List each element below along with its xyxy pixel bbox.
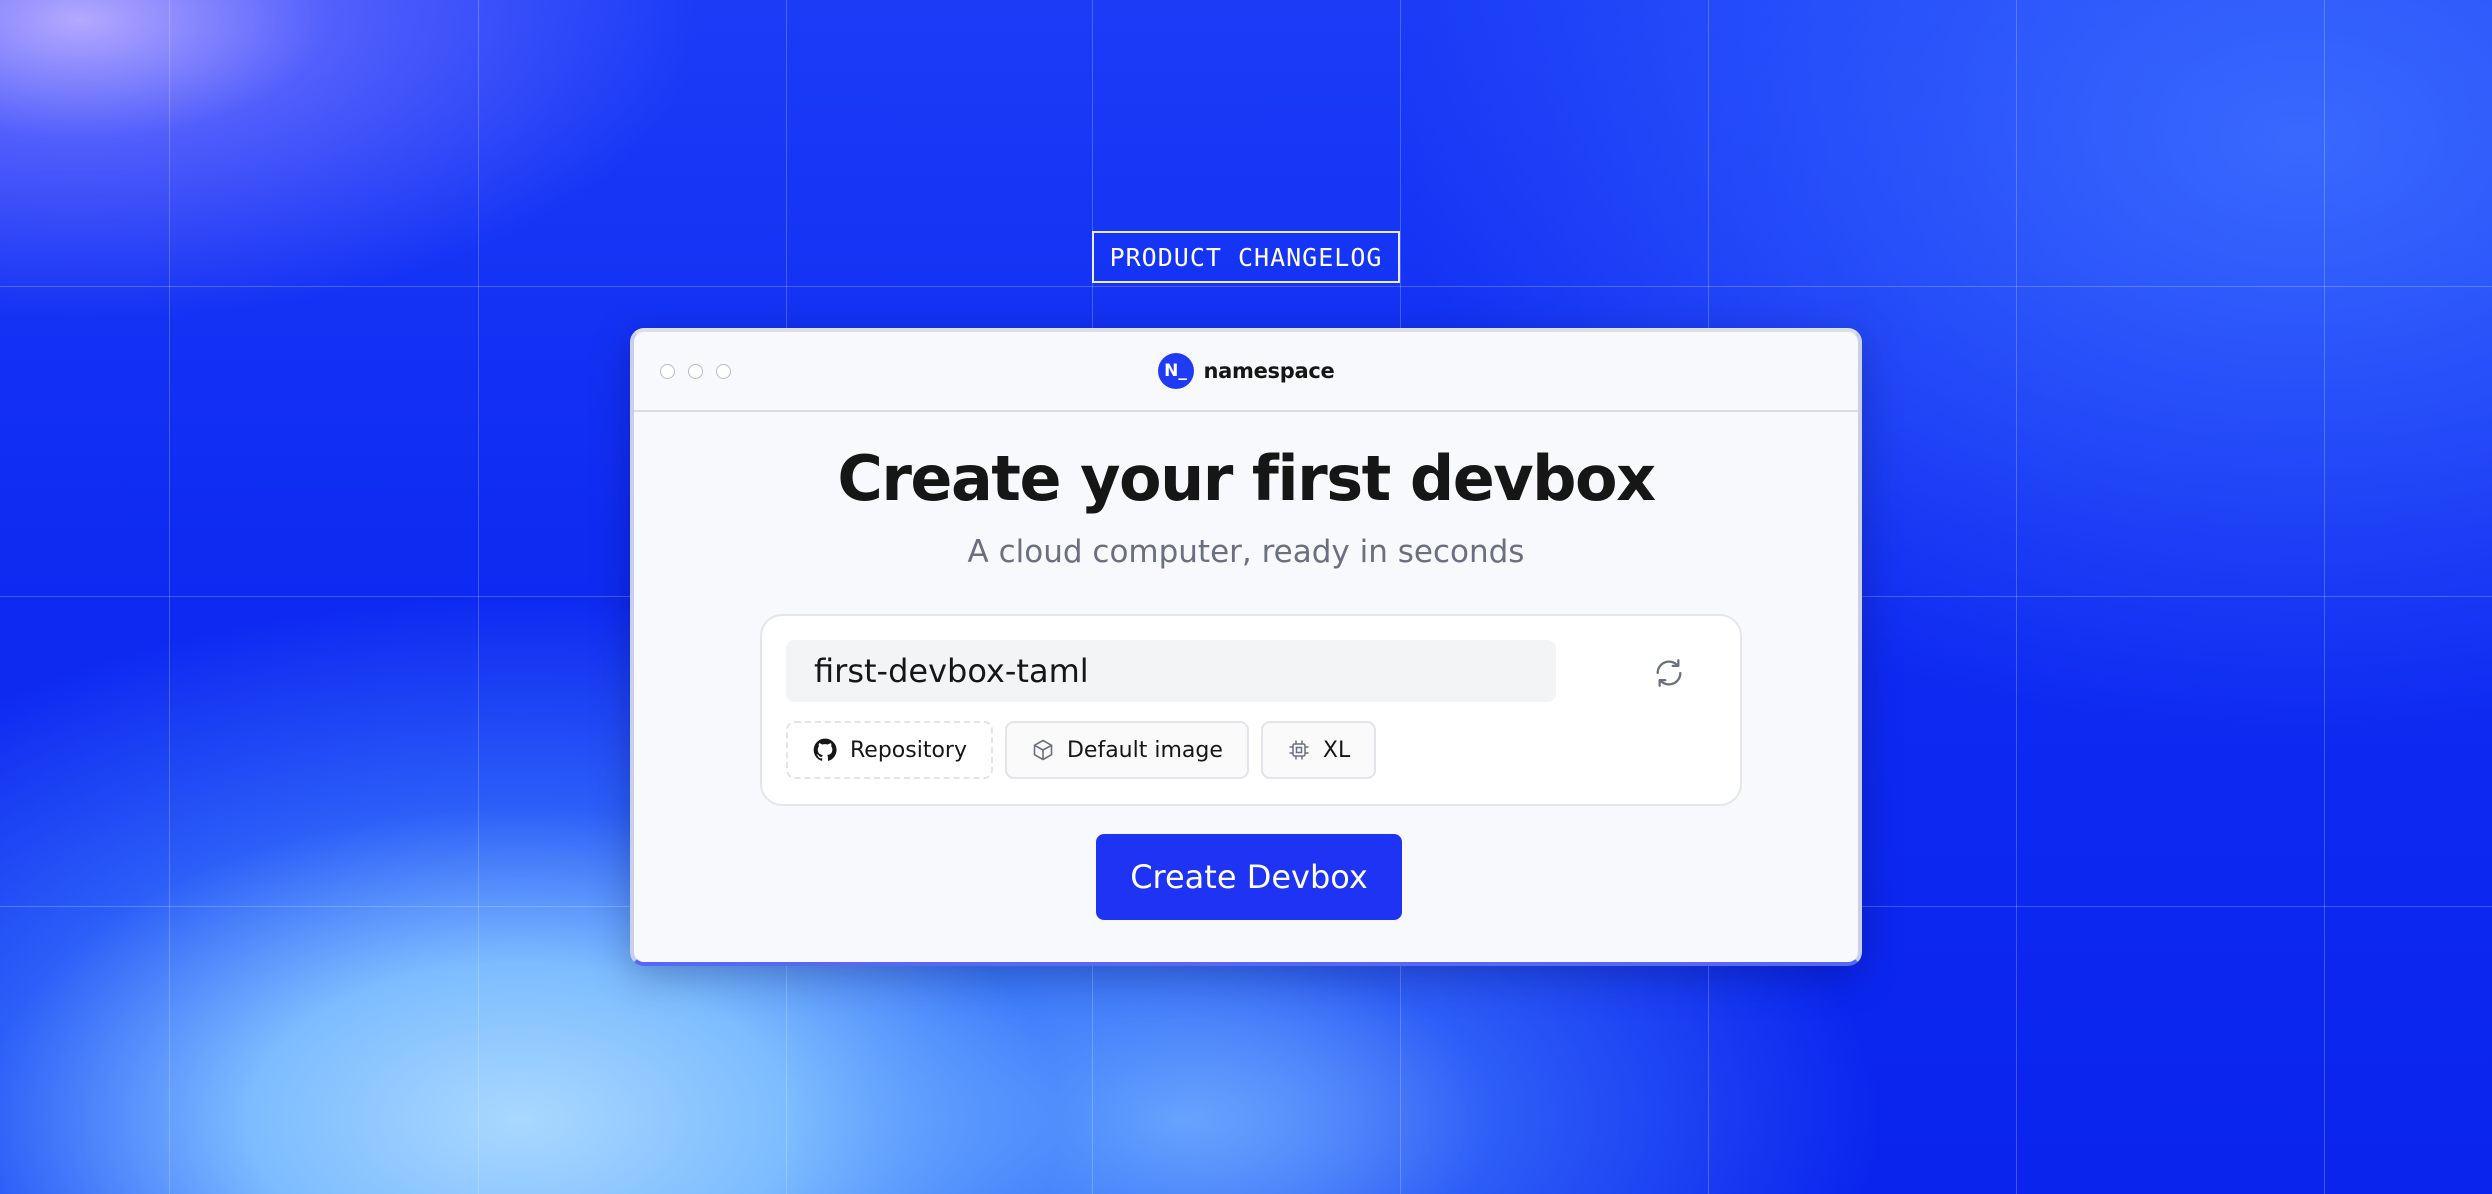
window-titlebar: N_ namespace [634, 332, 1858, 412]
page-subtitle: A cloud computer, ready in seconds [967, 534, 1525, 570]
brand: N_ namespace [634, 353, 1858, 389]
github-icon [812, 737, 838, 763]
grid-line [2324, 0, 2325, 1194]
repository-option-label: Repository [850, 737, 967, 763]
machine-size-option-label: XL [1322, 737, 1351, 763]
cpu-chip-icon [1287, 738, 1311, 762]
brand-name: namespace [1203, 359, 1335, 383]
devbox-name-input[interactable] [786, 640, 1556, 702]
cube-icon [1031, 738, 1055, 762]
create-devbox-button[interactable]: Create Devbox [1096, 834, 1402, 920]
machine-size-option[interactable]: XL [1260, 721, 1377, 779]
grid-line [2016, 0, 2017, 1194]
product-changelog-tag: PRODUCT CHANGELOG [1092, 231, 1400, 283]
grid-line [0, 286, 2492, 287]
devbox-config-card: Repository Default image [760, 614, 1742, 806]
grid-line [478, 0, 479, 1194]
background-stage: PRODUCT CHANGELOG N_ namespace Create yo… [0, 0, 2492, 1194]
namespace-logo-icon: N_ [1157, 353, 1194, 389]
image-option-label: Default image [1066, 737, 1223, 763]
repository-option[interactable]: Repository [786, 721, 993, 779]
grid-line [169, 0, 170, 1194]
regenerate-name-button[interactable] [1642, 646, 1696, 700]
page-title: Create your first devbox [837, 442, 1656, 515]
devbox-options: Repository Default image XL [786, 721, 1377, 779]
refresh-icon [1656, 659, 1682, 687]
app-window: N_ namespace Create your first devbox A … [630, 328, 1862, 966]
image-option[interactable]: Default image [1004, 721, 1249, 779]
